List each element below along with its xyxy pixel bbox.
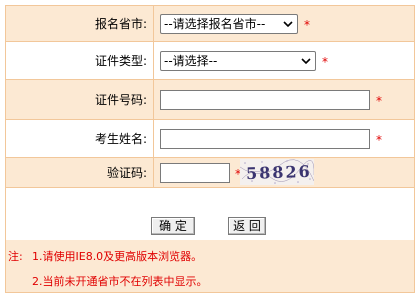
required-mark: * — [322, 55, 328, 69]
id-number-input[interactable] — [160, 90, 370, 110]
note-line-1: 1.请使用IE8.0及更高版本浏览器。 — [32, 250, 203, 263]
province-row: 报名省市: --请选择报名省市-- * — [6, 6, 414, 42]
captcha-text: 58826 — [246, 162, 312, 183]
button-row: 确 定 返 回 — [6, 188, 414, 240]
captcha-input[interactable] — [160, 163, 230, 183]
back-button[interactable]: 返 回 — [228, 217, 266, 235]
province-select-value: --请选择报名省市-- — [164, 17, 266, 31]
id-type-row: 证件类型: --请选择-- * — [6, 42, 414, 80]
captcha-image[interactable]: 58826 — [240, 159, 314, 185]
name-row: 考生姓名: * — [6, 120, 414, 158]
captcha-label: 验证码: — [6, 158, 154, 187]
name-input[interactable] — [160, 129, 370, 149]
captcha-row: 验证码: * 58826 — [6, 158, 414, 188]
confirm-button[interactable]: 确 定 — [151, 217, 195, 235]
chevron-down-icon — [301, 58, 311, 65]
id-type-label: 证件类型: — [6, 42, 154, 79]
name-label: 考生姓名: — [6, 120, 154, 157]
id-type-select-value: --请选择-- — [164, 54, 218, 68]
required-mark: * — [376, 94, 382, 108]
id-number-row: 证件号码: * — [6, 80, 414, 120]
id-number-label: 证件号码: — [6, 80, 154, 119]
notes-prefix: 注: — [8, 250, 23, 263]
chevron-down-icon — [283, 21, 293, 28]
required-mark: * — [304, 18, 310, 32]
id-type-select[interactable]: --请选择-- — [160, 51, 316, 71]
note-line-2: 2.当前未开通省市不在列表中显示。 — [32, 275, 208, 288]
province-select[interactable]: --请选择报名省市-- — [160, 14, 298, 34]
notes-section: 注: 1.请使用IE8.0及更高版本浏览器。 2.当前未开通省市不在列表中显示。 — [6, 240, 414, 292]
province-label: 报名省市: — [6, 6, 154, 41]
registration-form: 报名省市: --请选择报名省市-- * 证件类型: --请选择-- * 证件号码… — [5, 5, 415, 293]
required-mark: * — [376, 133, 382, 147]
